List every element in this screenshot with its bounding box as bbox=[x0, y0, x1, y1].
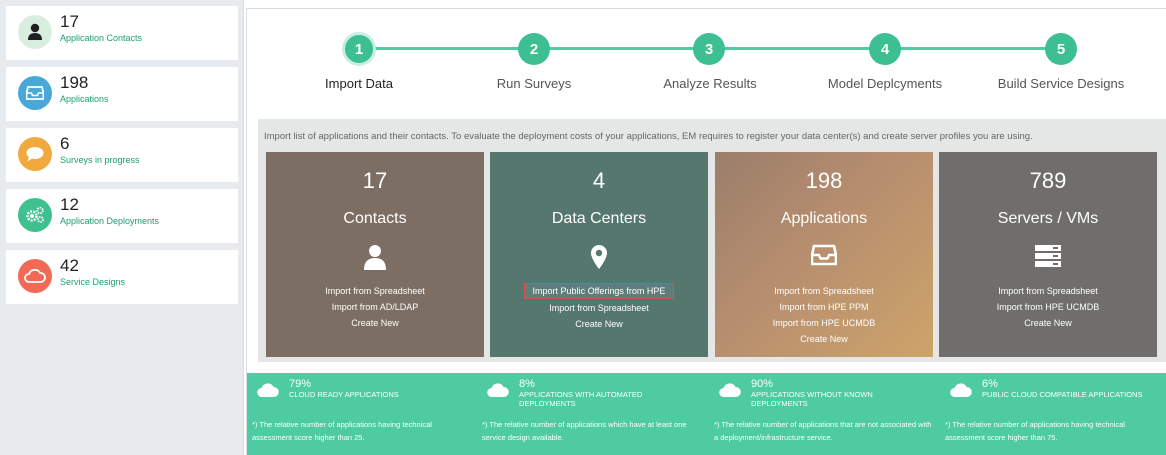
cloud-icon bbox=[719, 383, 741, 397]
stat-percent: 90% bbox=[751, 378, 774, 390]
panel-description: Import list of applications and their co… bbox=[264, 131, 1033, 142]
tile-title: Data Centers bbox=[551, 210, 647, 227]
import-spreadsheet-link[interactable]: Import from Spreadsheet bbox=[541, 300, 657, 316]
stat-automated-deployments: 8% APPLICATIONS WITH AUTOMATED DEPLOYMEN… bbox=[477, 373, 707, 455]
stat-title: APPLICATIONS WITH AUTOMATED DEPLOYMENTS bbox=[519, 390, 643, 408]
stat-count: 42 bbox=[60, 256, 79, 275]
gears-icon bbox=[18, 198, 52, 232]
tile-title: Servers / VMs bbox=[997, 210, 1099, 227]
wizard-step-label[interactable]: Analyze Results bbox=[663, 76, 756, 91]
stat-count: 17 bbox=[60, 12, 79, 31]
stat-card-applications[interactable]: 198 Applications bbox=[6, 67, 238, 121]
stat-count: 198 bbox=[60, 73, 89, 92]
wizard-stepper: 1 2 3 4 5 Import Data Run Surveys Analyz… bbox=[247, 9, 1166, 109]
import-public-offerings-link[interactable]: Import Public Offerings from HPE bbox=[523, 283, 675, 299]
create-new-link[interactable]: Create New bbox=[792, 331, 856, 347]
inbox-icon bbox=[715, 244, 933, 270]
cloud-icon bbox=[257, 383, 279, 397]
server-stack-icon bbox=[939, 244, 1157, 270]
wizard-step-2[interactable]: 2 bbox=[518, 33, 550, 65]
wizard-step-1[interactable]: 1 bbox=[342, 32, 376, 66]
tile-servers-vms: 789 Servers / VMs Import from Spreadshee… bbox=[939, 152, 1157, 357]
stat-card-contacts[interactable]: 17 Application Contacts bbox=[6, 6, 238, 60]
person-icon bbox=[18, 15, 52, 49]
stat-title: PUBLIC CLOUD COMPATIBLE APPLICATIONS bbox=[982, 390, 1143, 399]
wizard-step-label[interactable]: Run Surveys bbox=[497, 76, 571, 91]
stat-percent: 6% bbox=[982, 378, 998, 390]
tile-title: Contacts bbox=[343, 210, 407, 227]
main-frame: 1 2 3 4 5 Import Data Run Surveys Analyz… bbox=[246, 8, 1166, 455]
create-new-link[interactable]: Create New bbox=[1016, 315, 1080, 331]
tile-count: 789 bbox=[1029, 168, 1067, 193]
stat-count: 12 bbox=[60, 195, 79, 214]
stat-card-surveys[interactable]: 6 Surveys in progress bbox=[6, 128, 238, 182]
stat-card-deployments[interactable]: 12 Application Deployments bbox=[6, 189, 238, 243]
import-hpe-ucmdb-link[interactable]: Import from HPE UCMDB bbox=[989, 299, 1108, 315]
stat-cloud-ready: 79% CLOUD READY APPLICATIONS *) The rela… bbox=[247, 373, 477, 455]
stat-label: Surveys in progress bbox=[60, 155, 140, 165]
import-hpe-ucmdb-link[interactable]: Import from HPE UCMDB bbox=[765, 315, 884, 331]
stat-count: 6 bbox=[60, 134, 70, 153]
wizard-step-label[interactable]: Build Service Designs bbox=[998, 76, 1124, 91]
wizard-step-4[interactable]: 4 bbox=[869, 33, 901, 65]
stat-note: *) The relative number of applications h… bbox=[945, 420, 1125, 442]
tile-count: 198 bbox=[805, 168, 843, 193]
tile-title: Applications bbox=[780, 210, 868, 227]
tile-applications: 198 Applications Import from Spreadsheet… bbox=[715, 152, 933, 357]
create-new-link[interactable]: Create New bbox=[567, 316, 631, 332]
wizard-step-5[interactable]: 5 bbox=[1045, 33, 1077, 65]
stat-label: Application Deployments bbox=[60, 216, 160, 226]
stat-title: APPLICATIONS WITHOUT KNOWN DEPLOYMENTS bbox=[751, 390, 873, 408]
import-spreadsheet-link[interactable]: Import from Spreadsheet bbox=[766, 283, 882, 299]
stat-label: Applications bbox=[60, 94, 109, 104]
import-spreadsheet-link[interactable]: Import from Spreadsheet bbox=[317, 283, 433, 299]
chat-bubble-icon bbox=[18, 137, 52, 171]
tile-count: 17 bbox=[362, 168, 388, 193]
stat-label: Service Designs bbox=[60, 277, 126, 287]
import-hpe-ppm-link[interactable]: Import from HPE PPM bbox=[771, 299, 876, 315]
sidebar: 17 Application Contacts 198 Applications… bbox=[0, 0, 244, 455]
stat-note: *) The relative number of applications w… bbox=[482, 420, 687, 442]
import-spreadsheet-link[interactable]: Import from Spreadsheet bbox=[990, 283, 1106, 299]
inbox-icon bbox=[18, 76, 52, 110]
wizard-step-label[interactable]: Import Data bbox=[325, 76, 393, 91]
tile-contacts: 17 Contacts Import from Spreadsheet Impo… bbox=[266, 152, 484, 357]
import-ad-ldap-link[interactable]: Import from AD/LDAP bbox=[324, 299, 427, 315]
stat-percent: 8% bbox=[519, 378, 535, 390]
stat-title: CLOUD READY APPLICATIONS bbox=[289, 390, 399, 399]
map-pin-icon bbox=[490, 244, 708, 270]
cloud-outline-icon bbox=[18, 259, 52, 293]
stat-card-service-designs[interactable]: 42 Service Designs bbox=[6, 250, 238, 304]
wizard-step-label[interactable]: Model Deplcyments bbox=[828, 76, 942, 91]
wizard-step-3[interactable]: 3 bbox=[693, 33, 725, 65]
stat-public-cloud-compatible: 6% PUBLIC CLOUD COMPATIBLE APPLICATIONS … bbox=[940, 373, 1166, 455]
import-panel: Import list of applications and their co… bbox=[258, 119, 1166, 362]
main-content: 1 2 3 4 5 Import Data Run Surveys Analyz… bbox=[246, 0, 1166, 455]
tile-count: 4 bbox=[592, 168, 606, 193]
create-new-link[interactable]: Create New bbox=[343, 315, 407, 331]
stat-note: *) The relative number of applications t… bbox=[714, 420, 932, 442]
cloud-icon bbox=[950, 383, 972, 397]
tile-data-centers: 4 Data Centers Import Public Offerings f… bbox=[490, 152, 708, 357]
person-icon bbox=[266, 244, 484, 270]
stats-band: 79% CLOUD READY APPLICATIONS *) The rela… bbox=[247, 373, 1166, 455]
stat-without-deployments: 90% APPLICATIONS WITHOUT KNOWN DEPLOYMEN… bbox=[709, 373, 939, 455]
cloud-icon bbox=[487, 383, 509, 397]
stat-note: *) The relative number of applications h… bbox=[252, 420, 432, 442]
stat-label: Application Contacts bbox=[60, 33, 143, 43]
stat-percent: 79% bbox=[289, 378, 312, 390]
